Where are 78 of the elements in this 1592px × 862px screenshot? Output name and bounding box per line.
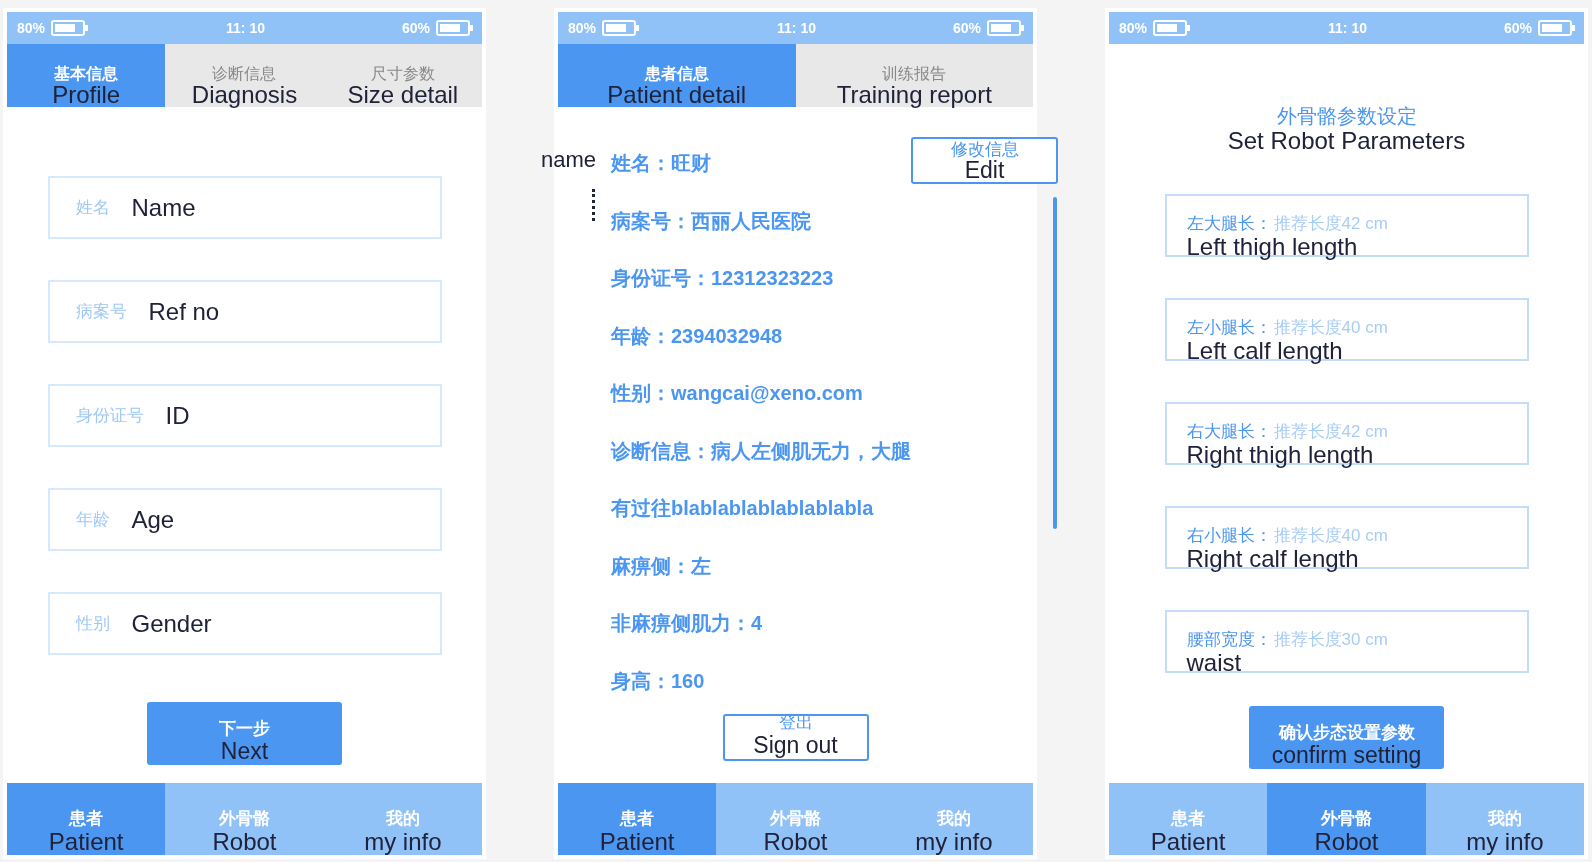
field-label: Name (131, 193, 196, 222)
status-time: 11: 10 (1328, 20, 1367, 36)
input-field[interactable]: 性别 Gender (47, 592, 442, 655)
nav-item[interactable]: 我的 my info (323, 783, 482, 855)
info-text: 身份证号：12312323223 (611, 266, 835, 291)
battery-icon (1538, 20, 1576, 36)
battery-percent: 60% (1503, 20, 1532, 36)
info-text: 性别：wangcai@xeno.com (611, 381, 864, 406)
info-text: 诊断信息：病人左侧肌无力，大腿 (611, 438, 911, 464)
field-label: 病案号 (75, 301, 127, 323)
info-text: 病案号：西丽人民医院 (611, 208, 812, 234)
field-label: 右大腿长： (1186, 422, 1272, 442)
placeholder-text: 推荐长度42 cm (1273, 422, 1388, 442)
dotted-line (592, 189, 595, 221)
info-text: 有过往blablablablablablabla (611, 496, 875, 521)
battery-percent: 80% (1119, 20, 1148, 36)
nav-item[interactable]: 患者 Patient (7, 783, 166, 855)
placeholder-text: 推荐长度30 cm (1273, 630, 1388, 650)
field-label: 左小腿长： (1186, 318, 1272, 338)
edit-button[interactable]: 修改信息 Edit (911, 137, 1058, 184)
field-label: waist (1186, 650, 1243, 676)
field-label: 身份证号 (75, 405, 144, 427)
field-label: Ref no (148, 297, 220, 326)
field-label: 姓名 (75, 197, 110, 219)
nav-item[interactable]: 外骨骼 Robot (1267, 783, 1426, 855)
nav-item[interactable]: 我的 my info (1425, 783, 1584, 855)
info-text: 身高：160 (611, 668, 706, 694)
field-label: Left thigh length (1186, 234, 1359, 260)
primary-button[interactable]: 确认步态设置参数 confirm setting (1249, 706, 1444, 769)
battery-icon (51, 20, 90, 36)
nav-item[interactable]: 我的 my info (874, 783, 1033, 855)
nav-item[interactable]: 患者 Patient (1109, 783, 1268, 855)
tab[interactable]: 诊断信息 Diagnosis (165, 44, 324, 107)
page-title: Set Robot Parameters (1227, 128, 1466, 154)
info-text: 年龄：2394032948 (611, 323, 784, 349)
field-label: Gender (131, 609, 212, 638)
primary-button[interactable]: 下一步 Next (147, 702, 342, 765)
field-label: 腰部宽度： (1186, 630, 1272, 650)
tab[interactable]: 训练报告 Training report (795, 44, 1033, 107)
field-label: Right thigh length (1186, 442, 1375, 468)
input-field[interactable]: 腰部宽度：推荐长度30 cm waist (1164, 610, 1529, 673)
placeholder-text: 推荐长度42 cm (1273, 214, 1388, 234)
battery-percent: 80% (568, 20, 597, 36)
tab[interactable]: 患者信息 Patient detail (558, 44, 796, 107)
annotation-label: name (541, 147, 597, 173)
status-time: 11: 10 (777, 20, 816, 36)
scrollbar[interactable] (1053, 197, 1057, 529)
battery-icon (987, 20, 1025, 36)
field-label: 右小腿长： (1186, 526, 1272, 546)
page-title: 外骨骼参数设定 (1276, 104, 1417, 128)
battery-icon (602, 20, 641, 36)
info-text: 非麻痹侧肌力：4 (611, 611, 764, 636)
battery-icon (436, 20, 474, 36)
field-label: 年龄 (75, 509, 110, 531)
info-text: 麻痹侧：左 (611, 553, 712, 579)
input-field[interactable]: 年龄 Age (47, 488, 442, 551)
tab[interactable]: 基本信息 Profile (7, 44, 166, 107)
battery-percent: 80% (17, 20, 46, 36)
status-time: 11: 10 (226, 20, 265, 36)
field-label: Left calf length (1186, 338, 1344, 364)
input-field[interactable]: 身份证号 ID (47, 384, 442, 447)
battery-percent: 60% (401, 20, 430, 36)
info-text: 姓名：旺财 (611, 151, 712, 176)
field-label: 左大腿长： (1186, 214, 1272, 234)
nav-item[interactable]: 外骨骼 Robot (716, 783, 875, 855)
field-label: 性别 (75, 613, 110, 635)
nav-item[interactable]: 患者 Patient (558, 783, 717, 855)
placeholder-text: 推荐长度40 cm (1273, 526, 1388, 546)
input-field[interactable]: 病案号 Ref no (47, 280, 442, 343)
placeholder-text: 推荐长度40 cm (1273, 318, 1388, 338)
field-label: Age (131, 505, 175, 534)
battery-icon (1153, 20, 1192, 36)
input-field[interactable]: 姓名 Name (47, 176, 442, 239)
nav-item[interactable]: 外骨骼 Robot (165, 783, 324, 855)
field-label: ID (165, 401, 190, 430)
tab[interactable]: 尺寸参数 Size detail (323, 44, 482, 107)
battery-percent: 60% (952, 20, 981, 36)
field-label: Right calf length (1186, 546, 1360, 572)
